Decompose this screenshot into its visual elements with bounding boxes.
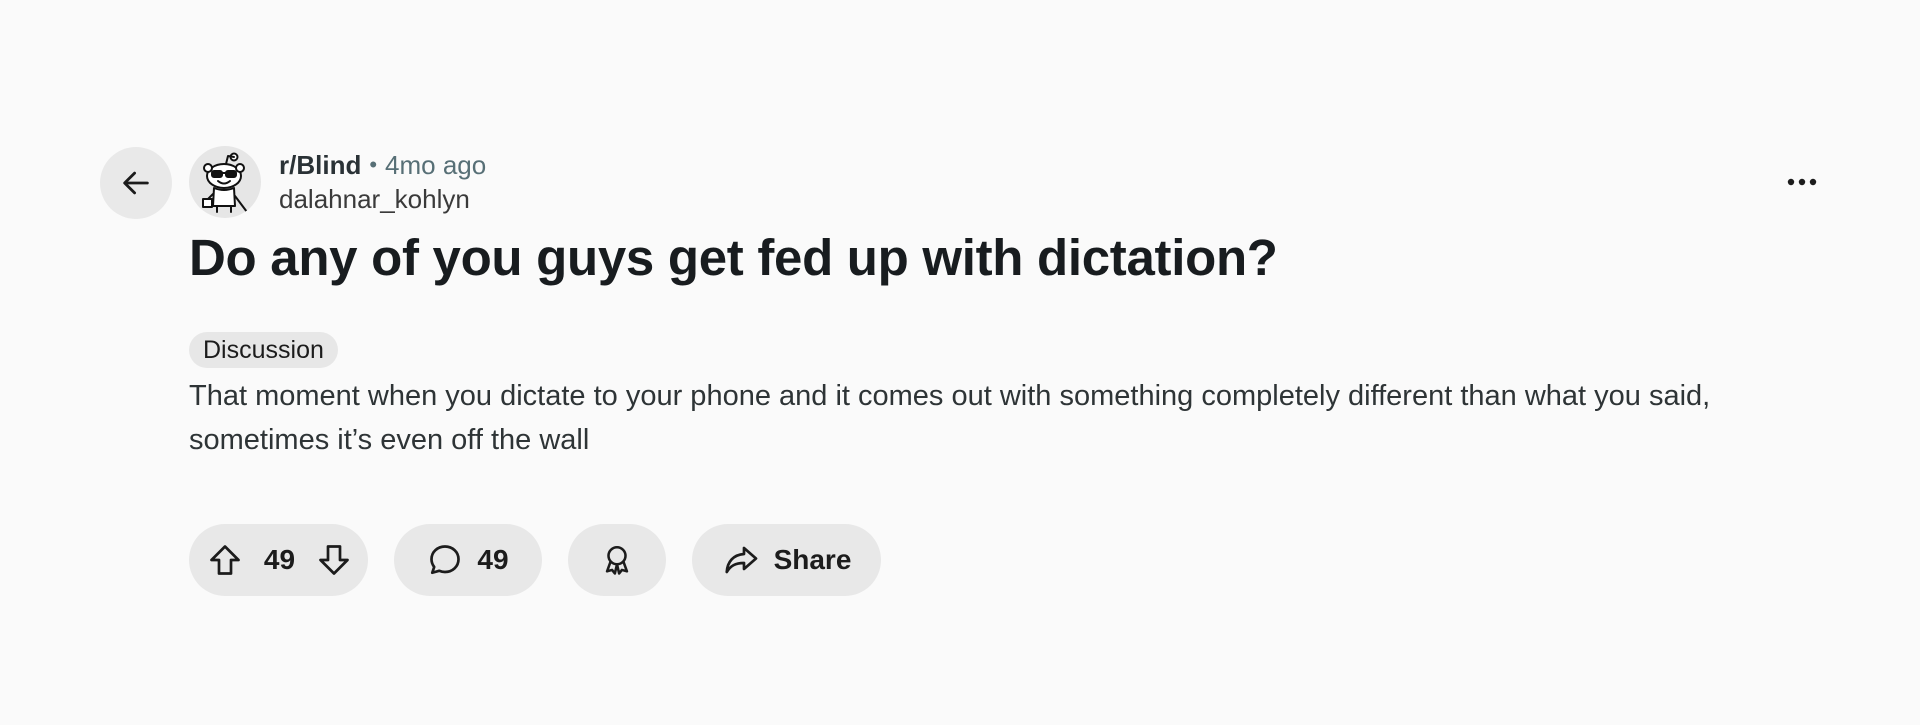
post-title: Do any of you guys get fed up with dicta… — [189, 229, 1278, 286]
post-meta: r/Blind • 4mo ago dalahnar_kohlyn — [279, 148, 486, 212]
comments-count: 49 — [477, 544, 509, 575]
meta-row: r/Blind • 4mo ago — [279, 148, 486, 182]
snoo-avatar-icon — [202, 152, 248, 213]
award-button[interactable] — [568, 524, 666, 596]
arrow-left-icon — [123, 171, 149, 195]
post-flair[interactable]: Discussion — [189, 332, 338, 368]
subreddit-avatar[interactable] — [189, 146, 261, 218]
subreddit-link[interactable]: r/Blind — [279, 152, 361, 178]
share-arrow-icon — [724, 546, 757, 574]
post-actions: 49 49 Share — [189, 524, 881, 596]
post-page: r/Blind • 4mo ago dalahnar_kohlyn Do any… — [0, 0, 1920, 725]
post-body: That moment when you dictate to your pho… — [189, 380, 1711, 456]
author-link[interactable]: dalahnar_kohlyn — [279, 186, 486, 212]
post-age: 4mo ago — [385, 150, 487, 180]
award-icon — [605, 545, 629, 575]
upvote-button[interactable] — [207, 541, 243, 579]
more-horizontal-icon — [1787, 178, 1817, 186]
share-label: Share — [773, 544, 852, 575]
arrow-up-icon — [210, 545, 240, 575]
more-options-button[interactable] — [1776, 160, 1828, 204]
downvote-button[interactable] — [316, 541, 352, 579]
comments-button[interactable]: 49 — [394, 524, 542, 596]
arrow-down-icon — [319, 545, 349, 575]
vote-bar: 49 — [189, 524, 368, 596]
share-button[interactable]: Share — [692, 524, 881, 596]
comment-bubble-icon — [430, 545, 461, 575]
score-count: 49 — [263, 544, 296, 575]
meta-separator: • — [369, 152, 378, 177]
back-button[interactable] — [100, 147, 172, 219]
